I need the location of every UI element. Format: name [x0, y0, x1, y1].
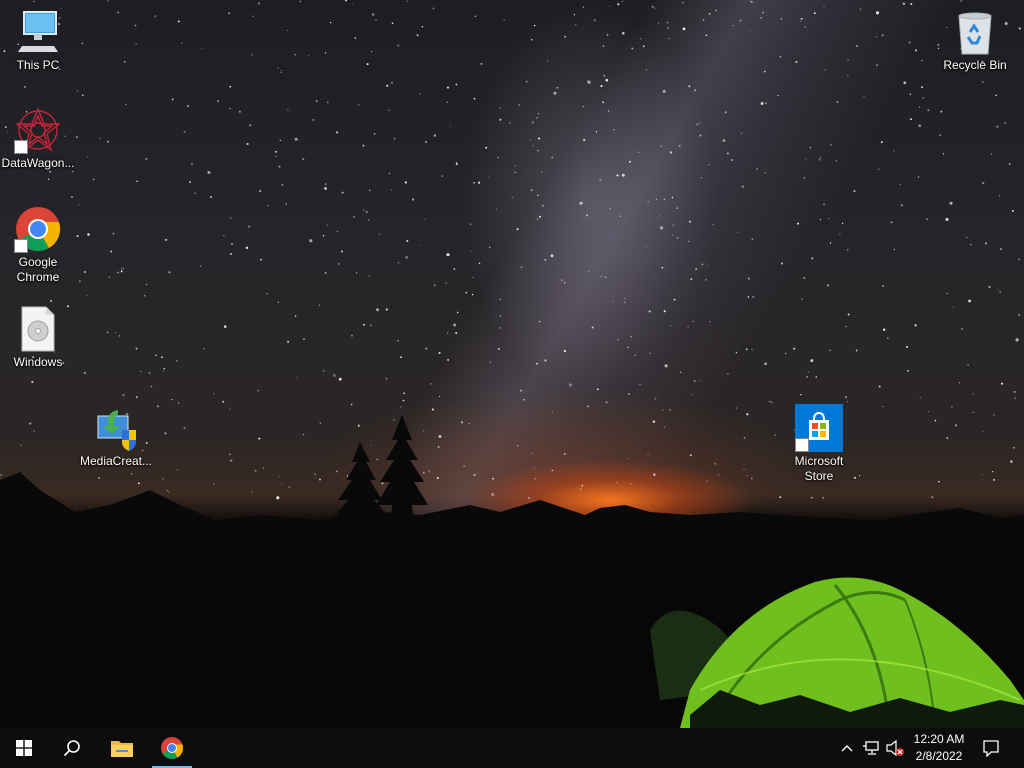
monitor-icon — [18, 11, 58, 52]
landscape-silhouette — [0, 415, 1024, 728]
folder-icon — [111, 741, 133, 757]
shortcut-arrow-icon — [14, 140, 28, 154]
desktop-icon-this-pc[interactable]: This PC — [0, 8, 76, 73]
network-icon — [863, 741, 879, 755]
taskbar: 12:20 AM 2/8/2022 — [0, 728, 1024, 768]
windows-start-icon — [16, 740, 32, 756]
desktop-wallpaper[interactable]: This PC DataWagon... Google Chrome Windo… — [0, 0, 1024, 728]
desktop-icon-media-creation-tool[interactable]: MediaCreat... — [78, 404, 154, 469]
disc-image-file-icon — [21, 306, 55, 352]
chrome-icon — [161, 737, 184, 759]
desktop-icon-recycle-bin[interactable]: Recycle Bin — [937, 8, 1013, 73]
shortcut-arrow-icon — [795, 438, 809, 452]
clock-time: 12:20 AM — [913, 732, 965, 746]
desktop-icon-datawagon[interactable]: DataWagon... — [0, 106, 76, 171]
recycle-bin-icon — [958, 12, 992, 55]
media-creation-tool-icon — [97, 410, 136, 451]
volume-button[interactable] — [884, 738, 906, 758]
desktop-icon-microsoft-store[interactable]: Microsoft Store — [781, 404, 857, 484]
network-button[interactable] — [860, 738, 882, 758]
search-button[interactable] — [48, 728, 96, 768]
action-center-icon — [983, 740, 999, 757]
system-clock[interactable]: 12:20 AM 2/8/2022 — [906, 731, 972, 765]
show-hidden-icons-button[interactable] — [838, 738, 856, 758]
shortcut-arrow-icon — [14, 239, 28, 253]
taskbar-file-explorer[interactable] — [98, 728, 146, 768]
taskbar-google-chrome[interactable] — [148, 728, 196, 768]
start-button[interactable] — [0, 728, 48, 768]
action-center-button[interactable] — [980, 738, 1002, 758]
desktop-icon-google-chrome[interactable]: Google Chrome — [0, 205, 76, 285]
volume-muted-icon — [886, 739, 904, 757]
search-icon — [63, 740, 80, 757]
chevron-up-icon — [841, 745, 853, 752]
clock-date: 2/8/2022 — [915, 749, 963, 763]
desktop-icon-windows-iso[interactable]: Windows — [0, 305, 76, 370]
